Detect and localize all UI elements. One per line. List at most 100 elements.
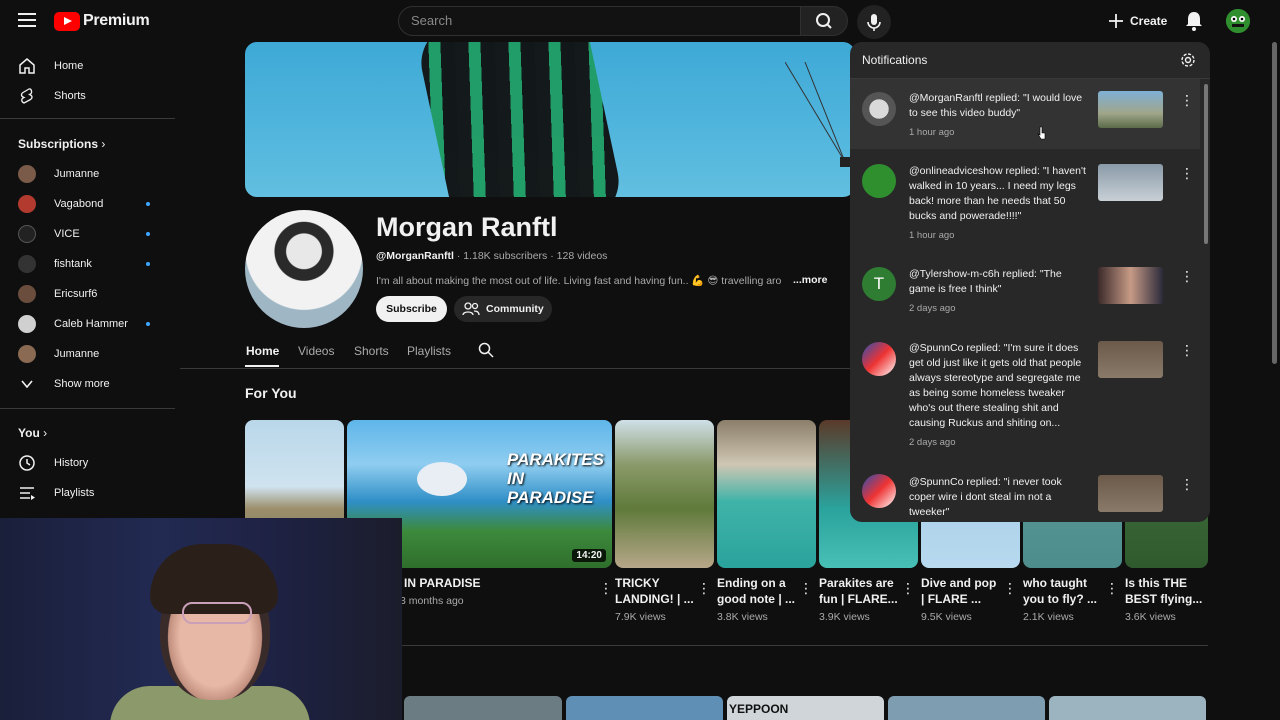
- notification-item[interactable]: @onlineadviceshow replied: "I haven't wa…: [850, 149, 1200, 252]
- video-title[interactable]: TRICKY LANDING! | ...: [615, 575, 695, 607]
- thumbnail-text: PARAKITES IN PARADISE: [507, 450, 604, 507]
- video-views: 3.9K views: [819, 611, 870, 623]
- sidebar-item-subscription[interactable]: Caleb Hammer: [0, 309, 178, 339]
- webcam-overlay: [0, 518, 402, 720]
- new-content-dot: [146, 262, 150, 266]
- commenter-avatar: T: [862, 267, 896, 301]
- search-input[interactable]: Search: [398, 6, 801, 36]
- logo-text: Premium: [83, 12, 150, 29]
- notifications-scrollbar[interactable]: [1204, 84, 1208, 244]
- video-more-icon[interactable]: ⋮: [1003, 580, 1017, 597]
- channel-description[interactable]: I'm all about making the most out of lif…: [376, 274, 831, 287]
- sidebar-item-subscription[interactable]: Jumanne: [0, 339, 178, 369]
- section-divider: [402, 645, 1208, 646]
- settings-gear-icon[interactable]: [1179, 51, 1197, 69]
- channel-meta: @MorganRanftl · 1.18K subscribers · 128 …: [376, 250, 608, 262]
- notification-more-icon[interactable]: ⋮: [1180, 93, 1194, 107]
- page-scrollbar[interactable]: [1272, 42, 1277, 364]
- community-button[interactable]: Community: [454, 296, 552, 322]
- video-count: 128 videos: [556, 250, 608, 262]
- sidebar-item-subscription[interactable]: Jumanne: [0, 159, 178, 189]
- channel-avatar: [18, 345, 36, 363]
- video-views: 3.8K views: [717, 611, 768, 623]
- search-icon: [816, 13, 832, 29]
- chevron-down-icon: [18, 375, 36, 393]
- history-icon: [18, 454, 36, 472]
- video-thumbnail[interactable]: YEPPOON: [727, 696, 884, 720]
- plus-icon: [1109, 14, 1123, 28]
- notifications-title: Notifications: [862, 53, 928, 67]
- create-button[interactable]: Create: [1100, 6, 1172, 36]
- sidebar-item-subscription[interactable]: VICE: [0, 219, 178, 249]
- notification-time: 1 hour ago: [909, 230, 955, 241]
- notification-item[interactable]: @SpunnCo replied: "I'm sure it does get …: [850, 327, 1200, 457]
- sidebar-item-subscription[interactable]: fishtank: [0, 249, 178, 279]
- video-title[interactable]: Parakites are fun | FLARE...: [819, 575, 899, 607]
- subscriptions-heading[interactable]: Subscriptions ›: [18, 137, 105, 151]
- video-title[interactable]: Dive and pop | FLARE ...: [921, 575, 1001, 607]
- sidebar-item-label: Jumanne: [54, 348, 100, 360]
- commenter-avatar: [862, 474, 896, 508]
- top-bar: Premium Search Create: [0, 0, 1280, 42]
- new-content-dot: [146, 202, 150, 206]
- sidebar-item-history[interactable]: History: [0, 448, 178, 478]
- tab-playlists[interactable]: Playlists: [407, 344, 451, 358]
- video-title[interactable]: Is this THE BEST flying...: [1125, 575, 1203, 607]
- channel-search-icon[interactable]: [478, 342, 494, 361]
- sidebar-divider: [0, 118, 175, 119]
- show-more-button[interactable]: Show more: [0, 369, 178, 399]
- video-thumbnail[interactable]: [404, 696, 562, 720]
- youtube-logo-icon: [54, 11, 80, 31]
- video-thumbnail[interactable]: [566, 696, 723, 720]
- video-thumbnail[interactable]: [888, 696, 1045, 720]
- video-thumbnail[interactable]: [615, 420, 714, 568]
- sidebar-item-label: Shorts: [54, 90, 86, 102]
- notification-item[interactable]: @MorganRanftl replied: "I would love to …: [850, 79, 1200, 149]
- video-thumbnail[interactable]: [1049, 696, 1206, 720]
- commenter-avatar: [862, 92, 896, 126]
- notification-more-icon[interactable]: ⋮: [1180, 343, 1194, 357]
- video-more-icon[interactable]: ⋮: [799, 580, 813, 597]
- video-more-icon[interactable]: ⋮: [901, 580, 915, 597]
- notification-item[interactable]: @SpunnCo replied: "i never took coper wi…: [850, 457, 1200, 522]
- video-title[interactable]: IN PARADISE: [404, 575, 594, 591]
- tab-shorts[interactable]: Shorts: [354, 344, 389, 358]
- voice-search-button[interactable]: [857, 5, 891, 39]
- video-thumbnail[interactable]: [717, 420, 816, 568]
- subscribe-button[interactable]: Subscribe: [376, 296, 447, 322]
- account-avatar[interactable]: [1226, 9, 1250, 33]
- channel-banner: [245, 42, 855, 197]
- you-heading[interactable]: You ›: [18, 426, 47, 440]
- video-title[interactable]: Ending on a good note | ...: [717, 575, 797, 607]
- sidebar-item-shorts[interactable]: Shorts: [0, 81, 178, 111]
- youtube-premium-logo[interactable]: Premium: [54, 11, 150, 31]
- notification-item[interactable]: T @Tylershow-m-c6h replied: "The game is…: [850, 252, 1200, 327]
- search-button[interactable]: [800, 6, 848, 36]
- notifications-bell-icon[interactable]: [1184, 10, 1204, 32]
- menu-icon[interactable]: [18, 13, 36, 27]
- streamer-glasses: [182, 602, 252, 624]
- notification-more-icon[interactable]: ⋮: [1180, 166, 1194, 180]
- notification-text: @Tylershow-m-c6h replied: "The game is f…: [909, 268, 1062, 295]
- video-more-icon[interactable]: ⋮: [697, 580, 711, 597]
- sidebar-item-subscription[interactable]: Ericsurf6: [0, 279, 178, 309]
- description-more-link[interactable]: ...more: [793, 274, 827, 286]
- sidebar-item-label: Home: [54, 60, 84, 72]
- tab-videos[interactable]: Videos: [298, 344, 334, 358]
- channel-avatar-large[interactable]: [245, 210, 363, 328]
- notification-more-icon[interactable]: ⋮: [1180, 477, 1194, 491]
- video-views: 9.5K views: [921, 611, 972, 623]
- channel-handle: @MorganRanftl: [376, 250, 454, 262]
- shorts-icon: [18, 87, 36, 105]
- tab-home[interactable]: Home: [246, 344, 279, 358]
- video-more-icon[interactable]: ⋮: [599, 580, 613, 597]
- video-views: 2.1K views: [1023, 611, 1074, 623]
- sidebar-item-subscription[interactable]: Vagabond: [0, 189, 178, 219]
- sidebar-item-home[interactable]: Home: [0, 51, 178, 81]
- video-title[interactable]: who taught you to fly? ...: [1023, 575, 1103, 607]
- sidebar-item-label: Jumanne: [54, 168, 100, 180]
- notification-more-icon[interactable]: ⋮: [1180, 269, 1194, 283]
- video-views: 7.9K views: [615, 611, 666, 623]
- video-more-icon[interactable]: ⋮: [1105, 580, 1119, 597]
- sidebar-item-playlists[interactable]: Playlists: [0, 478, 178, 508]
